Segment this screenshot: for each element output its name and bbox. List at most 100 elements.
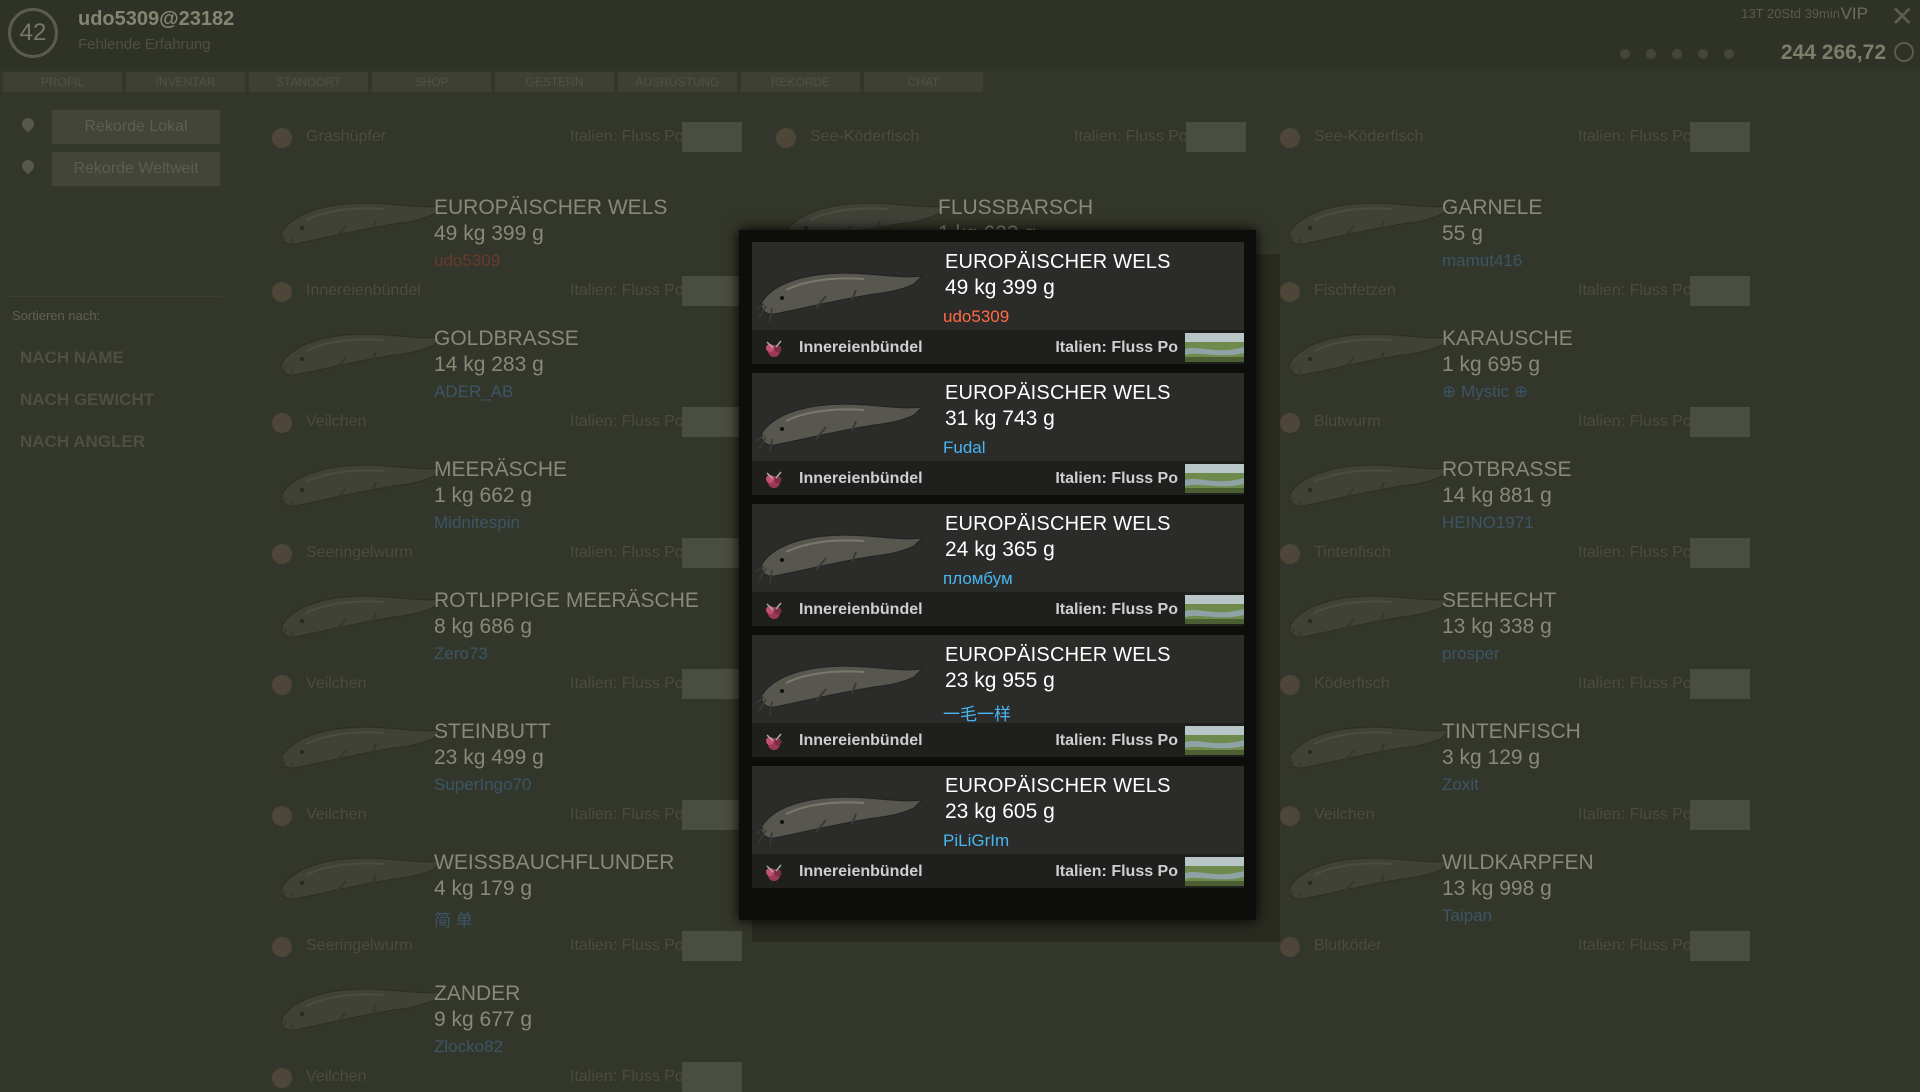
bait-bundle-icon: [763, 338, 785, 360]
background-row: Grashüpfer Italien: Fluss Po: [258, 122, 748, 152]
fish-weight: 23 kg 499 g: [434, 746, 544, 769]
record-card[interactable]: Steinbutt 23 kg 499 g SuperIngo70 Veilchen I…: [258, 684, 748, 830]
angler-name[interactable]: ADER_AB: [434, 382, 513, 402]
entry-header: EUROPÄISCHER WELS 31 kg 743 g Fudal: [752, 373, 1244, 461]
fish-weight: 14 kg 283 g: [434, 353, 544, 376]
angler-name[interactable]: 一毛一样: [943, 700, 1011, 725]
record-card[interactable]: Tintenfisch 3 kg 129 g Zoxit Veilchen Italie…: [1266, 684, 1756, 830]
entry-header: EUROPÄISCHER WELS 49 kg 399 g udo5309: [752, 242, 1244, 330]
location-name: Italien: Fluss Po: [1578, 937, 1692, 954]
record-card[interactable]: Rotbrasse 14 kg 881 g HEINO1971 Tintenfisch…: [1266, 422, 1756, 568]
angler-name[interactable]: Zero73: [434, 644, 488, 664]
record-card[interactable]: Rotlippige Meeräsche 8 kg 686 g Zero73 Veil…: [258, 553, 748, 699]
location-name: Italien: Fluss Po: [1055, 732, 1178, 749]
location-name: Italien: Fluss Po: [1074, 128, 1188, 145]
angler-name[interactable]: 简 单: [434, 906, 473, 931]
angler-name[interactable]: SuperIngo70: [434, 775, 531, 795]
bait-bundle-icon: [763, 731, 785, 753]
angler-name[interactable]: mamut416: [1442, 251, 1522, 271]
fish-image: [275, 311, 444, 391]
fish-name: Rotbrasse: [1442, 458, 1572, 481]
angler-name[interactable]: Zoxit: [1442, 775, 1479, 795]
angler-name[interactable]: HEINO1971: [1442, 513, 1534, 533]
fish-weight: 13 kg 998 g: [1442, 877, 1552, 900]
fish-image: [275, 704, 444, 784]
record-entry[interactable]: EUROPÄISCHER WELS 23 kg 605 g PiLiGrIm Inn…: [752, 766, 1244, 888]
entry-footer: Innereienbündel Italien: Fluss Po: [752, 592, 1244, 626]
bait-name: Innereienbündel: [799, 339, 923, 356]
fish-image: [275, 573, 444, 653]
record-card[interactable]: Wildkarpfen 13 kg 998 g Taipan Blutköder Ita…: [1266, 815, 1756, 961]
fish-weight: 9 kg 677 g: [434, 1008, 533, 1031]
catfish-image: [755, 250, 926, 325]
record-card[interactable]: Zander 9 kg 677 g Zlocko82 Veilchen Italien:…: [258, 946, 748, 1092]
background-row: See-Köderfisch Italien: Fluss Po: [762, 122, 1252, 152]
entry-header: EUROPÄISCHER WELS 23 kg 955 g 一毛一样: [752, 635, 1244, 725]
fish-name: Tintenfisch: [1442, 720, 1581, 743]
record-card[interactable]: Meeräsche 1 kg 662 g Midnitespin Seeringelw…: [258, 422, 748, 568]
record-detail-modal: EUROPÄISCHER WELS 49 kg 399 g udo5309 Inne…: [739, 230, 1256, 920]
fish-weight: 23 kg 605 g: [945, 800, 1055, 823]
bait-name: Grashüpfer: [306, 128, 387, 145]
angler-name[interactable]: пломбум: [943, 569, 1013, 589]
record-card[interactable]: Seehecht 13 kg 338 g prosper Köderfisch Ital…: [1266, 553, 1756, 699]
fish-name: EUROPÄISCHER WELS: [945, 513, 1171, 535]
angler-name[interactable]: ⊕ Mystic ⊕: [1442, 382, 1528, 402]
location-name: Italien: Fluss Po: [1055, 339, 1178, 356]
fish-name: EUROPÄISCHER WELS: [945, 382, 1171, 404]
fish-weight: 23 kg 955 g: [945, 669, 1055, 692]
fish-name: Steinbutt: [434, 720, 551, 743]
bait-bundle-icon: [763, 469, 785, 491]
fish-weight: 24 kg 365 g: [945, 538, 1055, 561]
bait-icon: [776, 128, 796, 148]
record-card[interactable]: Europäischer Wels 49 kg 399 g udo5309 Inner…: [258, 160, 748, 306]
angler-name[interactable]: prosper: [1442, 644, 1500, 664]
location-thumbnail: [1185, 333, 1244, 362]
angler-name[interactable]: Zlocko82: [434, 1037, 503, 1057]
angler-name[interactable]: Taipan: [1442, 906, 1492, 926]
record-entry[interactable]: EUROPÄISCHER WELS 31 kg 743 g Fudal Innere…: [752, 373, 1244, 495]
fish-image: [275, 835, 444, 915]
location-thumbnail: [1185, 726, 1244, 755]
catfish-image: [755, 774, 926, 849]
entry-footer: Innereienbündel Italien: Fluss Po: [752, 330, 1244, 364]
record-entry[interactable]: EUROPÄISCHER WELS 24 kg 365 g пломбум Inne…: [752, 504, 1244, 626]
record-card[interactable]: Karausche 1 kg 695 g ⊕ Mystic ⊕ Blutwurm Ita…: [1266, 291, 1756, 437]
entry-footer: Innereienbündel Italien: Fluss Po: [752, 723, 1244, 757]
fish-name: Flussbarsch: [938, 196, 1094, 219]
angler-name[interactable]: udo5309: [943, 307, 1009, 327]
fish-name: EUROPÄISCHER WELS: [945, 251, 1171, 273]
catfish-image: [755, 381, 926, 456]
record-card[interactable]: Weißbauchflunder4 kg 179 g简 单Seeringelwu…: [258, 815, 748, 961]
background-row: See-Köderfisch Italien: Fluss Po: [1266, 122, 1756, 152]
bait-bundle-icon: [763, 862, 785, 884]
catfish-image: [755, 643, 926, 718]
location-name: Italien: Fluss Po: [1055, 863, 1178, 880]
bait-name: Innereienbündel: [799, 863, 923, 880]
angler-name[interactable]: udo5309: [434, 251, 500, 271]
entry-footer: Innereienbündel Italien: Fluss Po: [752, 461, 1244, 495]
record-entry[interactable]: EUROPÄISCHER WELS 49 kg 399 g udo5309 Inne…: [752, 242, 1244, 364]
fish-weight: 4 kg 179 g: [434, 877, 533, 900]
entry-header: EUROPÄISCHER WELS 24 kg 365 g пломбум: [752, 504, 1244, 592]
angler-name[interactable]: PiLiGrIm: [943, 831, 1009, 851]
location-name: Italien: Fluss Po: [1578, 128, 1692, 145]
fish-name: Meeräsche: [434, 458, 568, 481]
record-entry[interactable]: EUROPÄISCHER WELS 23 kg 955 g 一毛一样 Innerei…: [752, 635, 1244, 757]
fish-weight: 3 kg 129 g: [1442, 746, 1541, 769]
catfish-image: [755, 512, 926, 587]
angler-name[interactable]: Midnitespin: [434, 513, 520, 533]
fish-name: EUROPÄISCHER WELS: [945, 644, 1171, 666]
location-thumbnail: [1186, 122, 1246, 152]
record-card[interactable]: Goldbrasse 14 kg 283 g ADER_AB Veilchen Ital…: [258, 291, 748, 437]
location-name: Italien: Fluss Po: [570, 128, 684, 145]
record-card[interactable]: Garnele 55 g mamut416 Fischfetzen Italien: F…: [1266, 160, 1756, 306]
fish-weight: 31 kg 743 g: [945, 407, 1055, 430]
fish-name: Karausche: [1442, 327, 1573, 350]
fish-weight: 14 kg 881 g: [1442, 484, 1552, 507]
location-thumbnail: [1185, 857, 1244, 886]
bait-name: See-Köderfisch: [810, 128, 920, 145]
location-thumbnail: [1185, 595, 1244, 624]
bait-name: Blutköder: [1314, 937, 1382, 954]
angler-name[interactable]: Fudal: [943, 438, 986, 458]
